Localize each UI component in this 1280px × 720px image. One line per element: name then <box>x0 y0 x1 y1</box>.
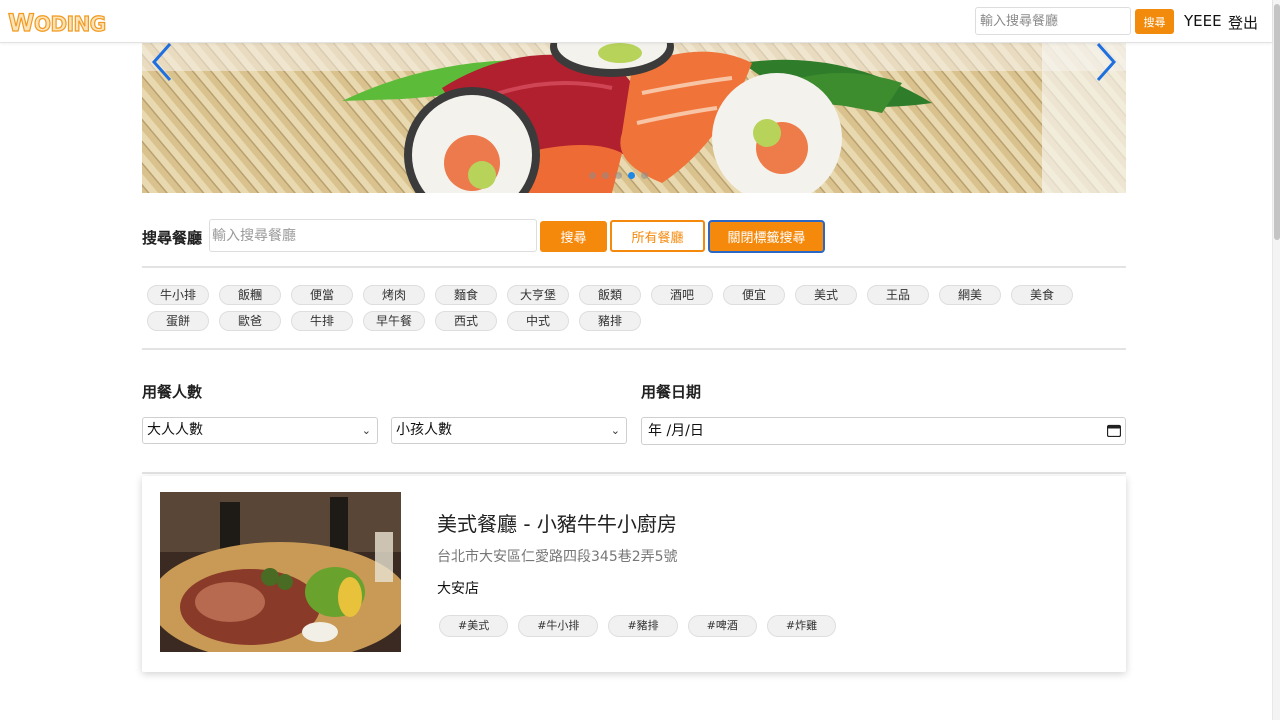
tag-list: 牛小排 飯糰 便當 烤肉 麵食 大亨堡 飯類 酒吧 便宜 美式 王品 網美 美食蛋餅 歐爸 牛排 早午餐 西式中… <box>147 285 1117 331</box>
carousel-prev-icon[interactable] <box>150 41 176 83</box>
logout-link[interactable]: 登出 <box>1228 12 1258 33</box>
tag-chip[interactable]: 豬排 <box>579 311 641 331</box>
nav-search-input[interactable] <box>975 7 1131 35</box>
date-field[interactable]: 年 /月/日 <box>641 417 1126 445</box>
tag-chip[interactable]: 王品 <box>867 285 929 305</box>
restaurant-card[interactable]: 美式餐廳 - 小豬牛牛小廚房 台北市大安區仁愛路四段345巷2弄5號 大安店 #… <box>142 476 1126 672</box>
sushi-banner-image <box>142 43 1126 193</box>
tag-chip[interactable]: 歐爸 <box>219 311 281 331</box>
nav-search-button[interactable]: 搜尋 <box>1135 9 1174 34</box>
tag-chip[interactable]: 西式 <box>435 311 497 331</box>
carousel-next-icon[interactable] <box>1092 41 1118 83</box>
party-size-label: 用餐人數 <box>142 383 203 401</box>
tag-chip[interactable]: 烤肉 <box>363 285 425 305</box>
chevron-down-icon: ⌄ <box>361 424 371 437</box>
restaurant-image <box>160 492 401 652</box>
scrollbar-thumb[interactable] <box>1274 4 1280 240</box>
tag-chip[interactable]: 便宜 <box>723 285 785 305</box>
carousel-dot-active[interactable] <box>628 172 635 179</box>
restaurant-tags: #美式 #牛小排 #豬排 #啤酒 #炸雞 <box>439 615 837 637</box>
restaurant-tag[interactable]: #啤酒 <box>687 615 757 637</box>
chevron-down-icon: ⌄ <box>610 424 620 437</box>
kids-select-value: 小孩人數 <box>396 422 452 438</box>
tag-chip[interactable]: 早午餐 <box>363 311 425 331</box>
restaurant-tag[interactable]: #豬排 <box>608 615 678 637</box>
all-restaurants-button[interactable]: 所有餐廳 <box>610 220 705 252</box>
date-label: 用餐日期 <box>641 383 702 401</box>
calendar-icon[interactable] <box>1107 424 1121 437</box>
tag-chip[interactable]: 酒吧 <box>651 285 713 305</box>
hero-carousel <box>142 43 1126 193</box>
restaurant-title: 美式餐廳 - 小豬牛牛小廚房 <box>437 512 677 536</box>
tag-chip[interactable]: 麵食 <box>435 285 497 305</box>
divider <box>142 348 1126 350</box>
search-label: 搜尋餐廳 <box>142 229 203 247</box>
site-logo[interactable]: WODING <box>7 8 106 37</box>
carousel-dot[interactable] <box>589 172 596 179</box>
tag-chip[interactable]: 牛小排 <box>147 285 209 305</box>
date-field-value: 年 /月/日 <box>648 423 704 439</box>
carousel-dot[interactable] <box>615 172 622 179</box>
carousel-dot[interactable] <box>602 172 609 179</box>
restaurant-address: 台北市大安區仁愛路四段345巷2弄5號 <box>437 549 678 565</box>
restaurant-tag[interactable]: #美式 <box>439 615 509 637</box>
restaurant-search-input[interactable] <box>209 219 537 252</box>
restaurant-branch: 大安店 <box>437 581 479 597</box>
username-label: YEEE <box>1184 12 1222 30</box>
adults-select-value: 大人人數 <box>147 422 203 438</box>
tag-chip[interactable]: 便當 <box>291 285 353 305</box>
adults-select[interactable]: 大人人數 ⌄ <box>142 417 378 444</box>
tag-chip[interactable]: 中式 <box>507 311 569 331</box>
carousel-pagination <box>589 172 648 179</box>
tag-chip[interactable]: 牛排 <box>291 311 353 331</box>
close-tag-search-button[interactable]: 關閉標籤搜尋 <box>708 220 825 253</box>
tag-chip[interactable]: 飯糰 <box>219 285 281 305</box>
divider <box>142 472 1126 474</box>
kids-select[interactable]: 小孩人數 ⌄ <box>391 417 627 444</box>
restaurant-tag[interactable]: #牛小排 <box>518 615 599 637</box>
carousel-dot[interactable] <box>641 172 648 179</box>
tag-chip[interactable]: 蛋餅 <box>147 311 209 331</box>
tag-chip[interactable]: 美食 <box>1011 285 1073 305</box>
tag-chip[interactable]: 網美 <box>939 285 1001 305</box>
restaurant-tag[interactable]: #炸雞 <box>766 615 837 637</box>
divider <box>142 266 1126 268</box>
tag-chip[interactable]: 大亨堡 <box>507 285 569 305</box>
tag-chip[interactable]: 飯類 <box>579 285 641 305</box>
page-scrollbar[interactable] <box>1272 0 1280 720</box>
top-navbar: WODING 搜尋 YEEE 登出 <box>0 0 1272 43</box>
search-button[interactable]: 搜尋 <box>540 221 607 252</box>
tag-chip[interactable]: 美式 <box>795 285 857 305</box>
